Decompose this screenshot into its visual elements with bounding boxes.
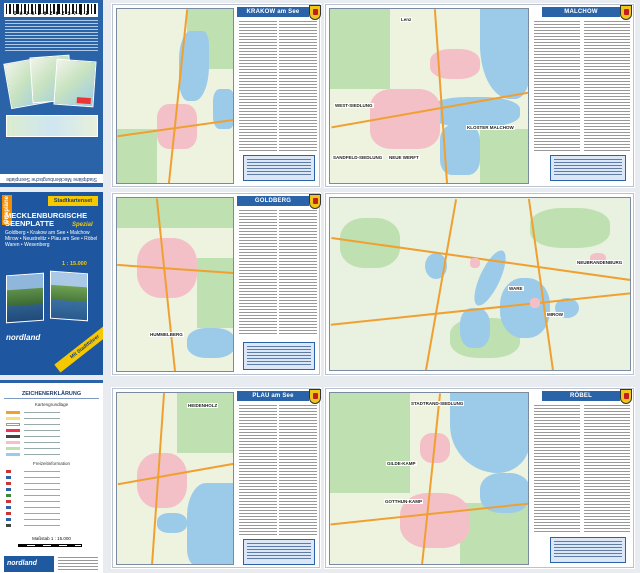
map-label: NEUBRANDENBURG bbox=[576, 260, 624, 265]
panel-plau: PLAU am See HEIDENHOLZ bbox=[112, 388, 321, 568]
legend-row bbox=[6, 505, 98, 510]
panel-title: MALCHOW bbox=[542, 7, 620, 17]
info-box bbox=[243, 539, 315, 565]
coat-of-arms-icon bbox=[309, 5, 321, 20]
front-cover-panel: Ortspläne Stadtkartenset MECKLENBURGISCH… bbox=[0, 192, 103, 375]
map-label: HUMMELBERG bbox=[149, 332, 184, 337]
town-map-robel[interactable] bbox=[329, 392, 529, 565]
legend-row bbox=[6, 475, 98, 480]
info-box bbox=[243, 155, 315, 181]
publisher-address bbox=[58, 557, 98, 571]
map-label: GOTTHUN-KAMP bbox=[384, 499, 423, 504]
map-label: NEUE WERFT bbox=[388, 155, 420, 160]
town-map-goldberg[interactable] bbox=[116, 197, 234, 372]
guide-text-column bbox=[534, 21, 580, 151]
overview-thumbnail bbox=[6, 115, 98, 137]
guide-text-column bbox=[239, 21, 277, 153]
scale-bar bbox=[18, 544, 82, 547]
map-label: STADTRAND-SIEDLUNG bbox=[410, 401, 465, 406]
info-box bbox=[550, 537, 626, 563]
legend-row bbox=[6, 428, 98, 433]
legend-row bbox=[6, 481, 98, 486]
legend-title: ZEICHENERKLÄRUNG bbox=[4, 391, 99, 399]
guide-text-column bbox=[534, 405, 580, 533]
legend-section-freizeit: Freizeitinformation bbox=[32, 461, 70, 466]
panel-overview-map: NEUBRANDENBURG WARE MIROW bbox=[325, 193, 634, 375]
spine-divider bbox=[0, 183, 103, 187]
mit-stadtfuehrer-ribbon: Mit Stadtführer bbox=[54, 321, 103, 373]
info-box bbox=[243, 342, 315, 370]
coat-of-arms-icon bbox=[309, 389, 321, 404]
legend-row bbox=[6, 446, 98, 451]
legend-row bbox=[6, 523, 98, 528]
legend-row bbox=[6, 440, 98, 445]
cover-town-list: Goldberg • Krakow am See • Malchow Mirow… bbox=[5, 230, 98, 248]
panel-goldberg: GOLDBERG HUMMELBERG bbox=[112, 193, 321, 375]
town-map-krakow[interactable] bbox=[116, 8, 234, 184]
legend-row bbox=[6, 493, 98, 498]
spine-label-small bbox=[6, 143, 98, 149]
cover-scale: 1 : 15.000 bbox=[62, 261, 87, 267]
lake-photo-1 bbox=[6, 272, 44, 324]
panel-krakow: KRAKOW am See bbox=[112, 4, 321, 187]
folded-map-sheet: I·H·J·K·L·8·Z·6·Z·S·7·I·Z Stadtpläne Mec… bbox=[0, 0, 640, 573]
map-label: WEST-SIEDLUNG bbox=[334, 103, 374, 108]
legend-row bbox=[6, 469, 98, 474]
spezial-label: Spezial bbox=[72, 222, 93, 228]
legend-row bbox=[6, 410, 98, 415]
back-cover-text bbox=[5, 20, 98, 52]
panel-title: PLAU am See bbox=[237, 391, 309, 401]
map-label: GILDE-KAMP bbox=[386, 461, 417, 466]
info-box bbox=[550, 155, 626, 181]
panel-title: RÖBEL bbox=[542, 391, 620, 401]
legend-row bbox=[6, 434, 98, 439]
coat-of-arms-icon bbox=[620, 5, 632, 20]
guide-text-column bbox=[239, 405, 277, 535]
legend-row bbox=[6, 487, 98, 492]
barcode-number: I·H·J·K·L·8·Z·6·Z·S·7·I·Z bbox=[13, 11, 89, 17]
map-label: WARE bbox=[508, 286, 524, 291]
map-label: HEIDENHOLZ bbox=[187, 403, 219, 408]
legend-row bbox=[6, 422, 98, 427]
panel-title: GOLDBERG bbox=[237, 196, 309, 206]
panel-robel: RÖBEL STADTRAND-SIEDLUNG GOTTHUN-KAMP GI… bbox=[325, 388, 634, 568]
stadtkartenset-label: Stadtkartenset bbox=[48, 196, 98, 206]
legend-publisher-logo: nordland bbox=[4, 556, 54, 572]
guide-text-column bbox=[279, 21, 317, 153]
legend-panel: ZEICHENERKLÄRUNG Kartengrundlage Freizei… bbox=[0, 380, 103, 573]
regional-overview-map[interactable] bbox=[329, 197, 631, 371]
town-map-plau[interactable] bbox=[116, 392, 234, 565]
map-label: Lenz bbox=[400, 17, 413, 22]
guide-text-column bbox=[584, 21, 630, 151]
legend-row bbox=[6, 511, 98, 516]
guide-text-column bbox=[279, 405, 317, 535]
map-label: SANDFELD-SIEDLUNG bbox=[332, 155, 384, 160]
legend-row bbox=[6, 499, 98, 504]
publisher-logo: nordland bbox=[6, 333, 41, 342]
panel-title: KRAKOW am See bbox=[237, 7, 309, 17]
legend-row bbox=[6, 416, 98, 421]
panel-malchow: MALCHOW WEST-SIEDLUNG KLOSTER MALCHOW SA… bbox=[325, 4, 634, 187]
coat-of-arms-icon bbox=[309, 194, 321, 209]
legend-row bbox=[6, 452, 98, 457]
coat-of-arms-icon bbox=[620, 389, 632, 404]
product-photo bbox=[3, 54, 97, 110]
spine-title: Stadtpläne Mecklenburgische Seenplatte bbox=[0, 174, 103, 183]
legend-scale-text: Maßstab 1 : 15.000 bbox=[32, 536, 71, 541]
lake-photo-2 bbox=[50, 270, 88, 322]
guide-text-column bbox=[239, 210, 277, 335]
guide-text-column bbox=[584, 405, 630, 533]
map-label: MIROW bbox=[546, 312, 564, 317]
legend-section-kartengrundlage: Kartengrundlage bbox=[34, 402, 69, 407]
guide-text-column bbox=[279, 210, 317, 335]
legend-row bbox=[6, 517, 98, 522]
back-cover-panel: I·H·J·K·L·8·Z·6·Z·S·7·I·Z Stadtpläne Mec… bbox=[0, 0, 103, 187]
map-label: KLOSTER MALCHOW bbox=[466, 125, 515, 130]
barcode: I·H·J·K·L·8·Z·6·Z·S·7·I·Z bbox=[4, 3, 98, 17]
